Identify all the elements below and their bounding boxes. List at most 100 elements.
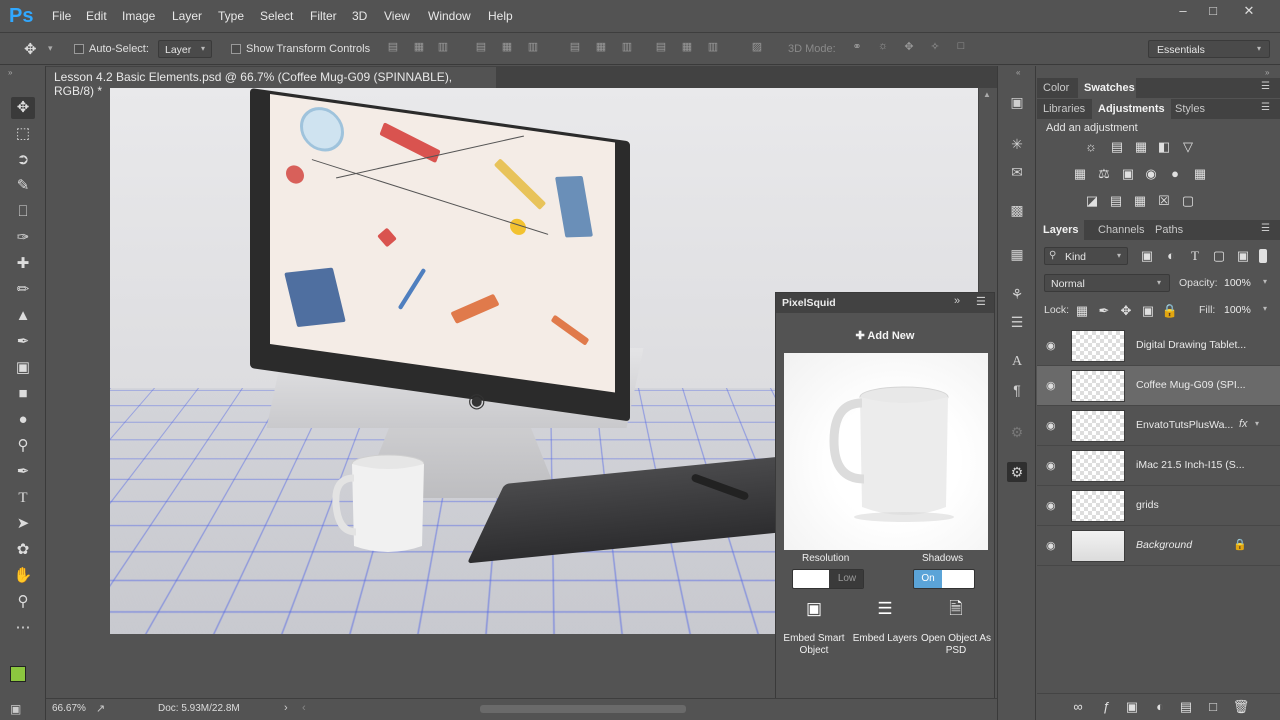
expand-panels-icon[interactable]: « bbox=[1016, 68, 1020, 77]
black-white-icon[interactable]: ▣ bbox=[1119, 165, 1137, 183]
gradient-tool-icon[interactable]: ■ bbox=[11, 383, 35, 405]
align-top-icon[interactable]: ▤ bbox=[386, 40, 400, 56]
3d-roll-icon[interactable]: ☼ bbox=[874, 40, 892, 56]
filter-toggle-switch[interactable] bbox=[1259, 249, 1267, 263]
auto-select-dropdown[interactable]: Layer ▾ bbox=[158, 40, 212, 58]
menu-view[interactable]: View bbox=[384, 9, 410, 23]
chevron-down-icon[interactable]: ▾ bbox=[48, 43, 53, 54]
share-icon[interactable]: ↗ bbox=[96, 702, 105, 715]
workspace-dropdown[interactable]: Essentials ▾ bbox=[1148, 40, 1270, 58]
menu-layer[interactable]: Layer bbox=[172, 9, 202, 23]
align-bottom-icon[interactable]: ▥ bbox=[436, 40, 450, 56]
collapse-panel-icon[interactable]: » bbox=[954, 295, 960, 307]
more-tools-icon[interactable]: ⋯ bbox=[11, 617, 35, 639]
levels-icon[interactable]: ▤ bbox=[1108, 138, 1126, 156]
close-window-icon[interactable]: ✕ bbox=[1234, 3, 1264, 21]
shape-tool-icon[interactable]: ✿ bbox=[11, 539, 35, 561]
layer-row[interactable]: ◉ grids bbox=[1037, 486, 1280, 526]
collapse-icon[interactable]: » bbox=[8, 68, 12, 77]
move-tool-option-icon[interactable]: ✥ bbox=[24, 40, 37, 58]
scroll-left-icon[interactable]: ‹ bbox=[302, 702, 306, 714]
layer-name[interactable]: grids bbox=[1136, 499, 1159, 511]
paragraph-panel-icon[interactable]: ¶ bbox=[1007, 380, 1027, 400]
object-preview[interactable] bbox=[784, 353, 988, 550]
menu-select[interactable]: Select bbox=[260, 9, 293, 23]
panel-menu-icon[interactable]: ☰ bbox=[1261, 223, 1270, 234]
layer-row[interactable]: ◉ Background 🔒 bbox=[1037, 526, 1280, 566]
delete-layer-icon[interactable]: 🗑 bbox=[1232, 698, 1250, 716]
layer-row-selected[interactable]: ◉ Coffee Mug-G09 (SPI... bbox=[1037, 366, 1280, 406]
shadows-toggle[interactable]: On bbox=[913, 569, 975, 589]
pixelsquid-icon[interactable]: ⚙ bbox=[1007, 462, 1027, 482]
clone-source-icon[interactable]: ▩ bbox=[1007, 200, 1027, 220]
history-brush-icon[interactable]: ✒ bbox=[11, 331, 35, 353]
eraser-icon[interactable]: ▣ bbox=[11, 357, 35, 379]
filter-adjustment-icon[interactable]: ◐ bbox=[1162, 247, 1180, 265]
properties-panel-icon[interactable]: ✳ bbox=[1007, 134, 1027, 154]
scroll-up-icon[interactable]: ▲ bbox=[983, 90, 991, 99]
new-layer-icon[interactable]: □ bbox=[1204, 698, 1222, 716]
filter-type-icon[interactable]: T bbox=[1186, 247, 1204, 265]
threshold-icon[interactable]: ▦ bbox=[1131, 192, 1149, 210]
chevron-down-icon[interactable]: ▾ bbox=[1255, 419, 1259, 428]
link-layers-icon[interactable]: ∞ bbox=[1069, 698, 1087, 716]
lock-artboard-icon[interactable]: ▣ bbox=[1139, 302, 1157, 320]
plugin-icon[interactable]: ⚙ bbox=[1007, 422, 1027, 442]
show-transform-checkbox[interactable] bbox=[231, 44, 241, 54]
horizontal-scroll-thumb[interactable] bbox=[480, 705, 686, 713]
resolution-toggle[interactable]: Low bbox=[792, 569, 864, 589]
history-panel-icon[interactable]: ▣ bbox=[1007, 92, 1027, 112]
tab-styles[interactable]: Styles bbox=[1169, 99, 1211, 119]
tab-swatches[interactable]: Swatches bbox=[1078, 78, 1136, 98]
tab-color[interactable]: Color bbox=[1037, 78, 1075, 98]
add-mask-icon[interactable]: ▣ bbox=[1123, 698, 1141, 716]
3d-camera-icon[interactable]: □ bbox=[952, 40, 970, 56]
opacity-value[interactable]: 100% bbox=[1224, 277, 1251, 289]
color-balance-icon[interactable]: ⚖ bbox=[1095, 165, 1113, 183]
eye-icon[interactable]: ◉ bbox=[1046, 499, 1060, 513]
dodge-tool-icon[interactable]: ⚲ bbox=[11, 435, 35, 457]
3d-pan-icon[interactable]: ✥ bbox=[900, 40, 918, 56]
layer-row[interactable]: ◉ EnvatoTutsPlusWa... fx ▾ bbox=[1037, 406, 1280, 446]
embed-smart-object-button[interactable]: ▣ Embed Smart Object bbox=[778, 603, 850, 657]
3d-orbit-icon[interactable]: ⚭ bbox=[848, 40, 866, 56]
layer-name[interactable]: Digital Drawing Tablet... bbox=[1136, 339, 1246, 351]
adjustments-panel-icon[interactable]: ☰ bbox=[1007, 312, 1027, 332]
quick-select-icon[interactable]: ✎ bbox=[11, 175, 35, 197]
chevron-down-icon[interactable]: ▾ bbox=[1263, 304, 1267, 313]
eye-icon[interactable]: ◉ bbox=[1046, 539, 1060, 553]
eye-icon[interactable]: ◉ bbox=[1046, 339, 1060, 353]
lock-transparent-icon[interactable]: ▦ bbox=[1073, 302, 1091, 320]
brush-panel-icon[interactable]: ✉ bbox=[1007, 162, 1027, 182]
exposure-icon[interactable]: ◧ bbox=[1155, 138, 1173, 156]
zoom-level[interactable]: 66.67% bbox=[52, 703, 86, 714]
foreground-color-swatch[interactable] bbox=[10, 666, 26, 682]
open-object-psd-button[interactable]: 🗎 Open Object As PSD bbox=[920, 603, 992, 657]
tool-presets-icon[interactable]: ⚘ bbox=[1007, 284, 1027, 304]
marquee-tool-icon[interactable]: ⬚ bbox=[11, 123, 35, 145]
tab-channels[interactable]: Channels bbox=[1092, 220, 1150, 240]
blur-tool-icon[interactable]: ● bbox=[11, 409, 35, 431]
menu-image[interactable]: Image bbox=[122, 9, 155, 23]
layer-row[interactable]: ◉ iMac 21.5 Inch-I15 (S... bbox=[1037, 446, 1280, 486]
filter-pixel-icon[interactable]: ▣ bbox=[1138, 247, 1156, 265]
embed-layers-button[interactable]: ☰ Embed Layers bbox=[849, 603, 921, 645]
menu-window[interactable]: Window bbox=[428, 9, 471, 23]
minimize-icon[interactable]: – bbox=[1168, 3, 1198, 21]
layer-name[interactable]: Background bbox=[1136, 539, 1192, 551]
tab-paths[interactable]: Paths bbox=[1149, 220, 1189, 240]
brightness-icon[interactable]: ☼ bbox=[1082, 138, 1100, 156]
auto-align-icon[interactable]: ▨ bbox=[750, 40, 764, 56]
new-adjustment-icon[interactable]: ◐ bbox=[1151, 698, 1169, 716]
align-left-icon[interactable]: ▤ bbox=[474, 40, 488, 56]
character-panel-icon[interactable]: A bbox=[1007, 352, 1027, 372]
eyedropper-icon[interactable]: ✑ bbox=[11, 227, 35, 249]
menu-type[interactable]: Type bbox=[218, 9, 244, 23]
photo-filter-icon[interactable]: ◉ bbox=[1142, 165, 1160, 183]
crop-tool-icon[interactable]: ⎕ bbox=[11, 201, 35, 223]
lock-all-icon[interactable]: 🔒 bbox=[1161, 302, 1179, 320]
align-vcenter-icon[interactable]: ▦ bbox=[412, 40, 426, 56]
menu-3d[interactable]: 3D bbox=[352, 9, 367, 23]
3d-slide-icon[interactable]: ✧ bbox=[926, 40, 944, 56]
fx-icon[interactable]: ƒ bbox=[1097, 698, 1115, 716]
